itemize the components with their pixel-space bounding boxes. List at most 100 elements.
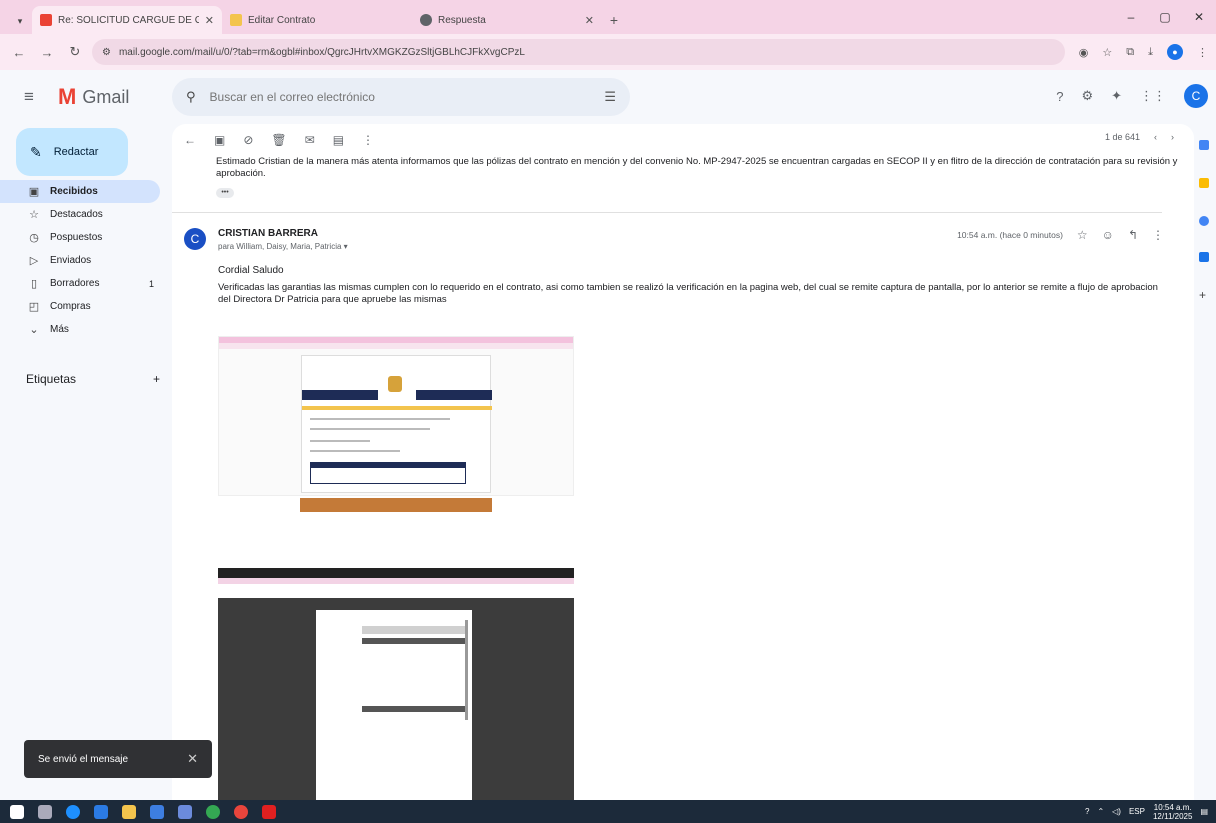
browser-tab-gmail[interactable]: Re: SOLICITUD CARGUE DE GA ✕ <box>32 6 222 34</box>
tray-chevron-icon[interactable]: ⌃ <box>1097 807 1104 816</box>
back-to-inbox-icon[interactable]: ← <box>184 133 196 147</box>
sidebar-item-pospuestos[interactable]: ◷ Pospuestos <box>0 226 168 249</box>
chrome-profile-icon[interactable] <box>234 804 248 819</box>
gemini-sparkle-icon[interactable]: ✦ <box>1111 88 1122 104</box>
account-avatar[interactable]: C <box>1184 84 1208 108</box>
file-explorer-icon[interactable] <box>122 804 136 819</box>
profile-avatar[interactable]: ● <box>1167 44 1183 60</box>
task-view-icon[interactable] <box>38 804 52 819</box>
app-icon[interactable] <box>178 804 192 819</box>
emoji-react-icon[interactable]: ☺ <box>1102 228 1114 242</box>
calendar-icon[interactable] <box>1199 140 1209 150</box>
forward-arrow-icon[interactable]: → <box>36 41 58 63</box>
sender-avatar[interactable]: C <box>184 228 206 250</box>
browser-toolbar: ← → ↻ ⚙ mail.google.com/mail/u/0/?tab=rm… <box>0 34 1216 70</box>
clock-time: 10:54 a.m. <box>1153 802 1192 812</box>
url-text: mail.google.com/mail/u/0/?tab=rm&ogbl#in… <box>118 46 525 58</box>
acrobat-icon[interactable] <box>262 804 276 819</box>
compose-label: Redactar <box>53 146 99 158</box>
older-chevron-icon[interactable]: › <box>1171 132 1174 142</box>
image-address-bar <box>219 343 573 349</box>
image-address-bar <box>218 584 574 598</box>
chevron-down-icon: ⌄ <box>29 324 39 336</box>
search-icon[interactable]: ⚲ <box>186 89 196 105</box>
report-spam-icon[interactable]: ⊘ <box>243 133 253 147</box>
message-view: ← ▣ ⊘ 🗑 ✉ ▤ ⋮ 1 de 641 ‹ › Estimado Cris… <box>172 124 1194 800</box>
reload-icon[interactable]: ↻ <box>64 41 86 63</box>
sender-name[interactable]: CRISTIAN BARRERA <box>218 228 318 239</box>
sidebar-item-count: 1 <box>148 278 154 289</box>
star-icon[interactable]: ☆ <box>1077 228 1088 242</box>
settings-gear-icon[interactable]: ⚙ <box>1081 88 1093 104</box>
help-tray-icon[interactable]: ? <box>1085 807 1089 816</box>
header-actions: ? ⚙ ✦ ⋮⋮ C <box>1056 84 1208 108</box>
pager-text: 1 de 641 <box>1104 132 1140 142</box>
tab-search-icon[interactable]: ▾ <box>8 8 32 34</box>
search-input[interactable] <box>209 90 591 104</box>
newer-chevron-icon[interactable]: ‹ <box>1154 132 1157 142</box>
close-window-button[interactable]: ✕ <box>1182 10 1216 24</box>
show-trimmed-button[interactable]: ••• <box>216 188 234 198</box>
mark-unread-icon[interactable]: ✉ <box>305 133 315 147</box>
chrome-icon[interactable] <box>206 804 220 819</box>
notifications-icon[interactable]: ▤ <box>1200 807 1208 816</box>
inline-image-verification[interactable] <box>218 336 574 496</box>
sidebar-item-enviados[interactable]: ▷ Enviados <box>0 249 168 272</box>
more-options-icon[interactable]: ⋮ <box>1152 228 1164 242</box>
outlook-icon[interactable] <box>150 804 164 819</box>
browser-tab-respuesta[interactable]: Respuesta ✕ <box>412 6 602 34</box>
image-dialog <box>316 610 472 800</box>
toast-text: Se envió el mensaje <box>38 753 129 765</box>
get-addons-icon[interactable]: + <box>1199 289 1209 301</box>
address-bar[interactable]: ⚙ mail.google.com/mail/u/0/?tab=rm&ogbl#… <box>92 39 1065 65</box>
tab-close-icon[interactable]: ✕ <box>205 14 214 27</box>
inline-image-secop[interactable] <box>218 568 574 800</box>
tab-title: Re: SOLICITUD CARGUE DE GA <box>58 14 199 26</box>
extension-icon[interactable]: ◉ <box>1079 46 1089 59</box>
add-label-button[interactable]: + <box>153 372 160 386</box>
minimize-button[interactable]: – <box>1114 10 1148 24</box>
search-options-icon[interactable]: ☰ <box>604 89 616 105</box>
volume-icon[interactable]: ◁) <box>1112 807 1121 816</box>
archive-icon[interactable]: ▣ <box>214 133 225 147</box>
contacts-icon[interactable] <box>1199 252 1209 262</box>
keep-icon[interactable] <box>1199 178 1209 188</box>
previous-message-snippet[interactable]: Estimado Cristian de la manera más atent… <box>172 156 1194 180</box>
sidebar-item-compras[interactable]: ◰ Compras <box>0 295 168 318</box>
toast-close-icon[interactable]: ✕ <box>187 751 198 767</box>
windows-taskbar: ? ⌃ ◁) ESP 10:54 a.m. 12/11/2025 ▤ <box>0 800 1216 823</box>
edge-icon[interactable] <box>66 804 80 819</box>
tasks-icon[interactable] <box>1199 216 1209 226</box>
reply-icon[interactable]: ↰ <box>1128 228 1138 242</box>
move-to-icon[interactable]: ▤ <box>333 133 344 147</box>
browser-tab-editar-contrato[interactable]: Editar Contrato <box>222 6 412 34</box>
maximize-button[interactable]: ▢ <box>1148 10 1182 24</box>
new-tab-button[interactable]: + <box>602 6 626 34</box>
site-info-icon[interactable]: ⚙ <box>102 47 111 58</box>
sidebar-item-recibidos[interactable]: ▣ Recibidos <box>0 180 160 203</box>
browser-menu-icon[interactable]: ⋮ <box>1197 46 1208 59</box>
store-icon[interactable] <box>94 804 108 819</box>
sidebar-item-label: Enviados <box>50 255 92 266</box>
apps-grid-icon[interactable]: ⋮⋮ <box>1140 88 1166 104</box>
sidebar-item-borradores[interactable]: ▯ Borradores 1 <box>0 272 168 295</box>
start-windows-icon[interactable] <box>10 804 24 819</box>
clock[interactable]: 10:54 a.m. 12/11/2025 <box>1153 803 1192 821</box>
back-arrow-icon[interactable]: ← <box>8 41 30 63</box>
compose-button[interactable]: ✎ Redactar <box>16 128 128 176</box>
puzzle-icon[interactable]: ⧉ <box>1126 46 1134 59</box>
inbox-icon: ▣ <box>28 186 40 198</box>
main-menu-icon[interactable]: ≡ <box>24 87 44 107</box>
tab-title: Respuesta <box>438 14 486 26</box>
sidebar-item-destacados[interactable]: ☆ Destacados <box>0 203 168 226</box>
download-icon[interactable]: ⤓ <box>1148 46 1153 59</box>
sidebar-item-ms[interactable]: ⌄ Más <box>0 318 168 341</box>
language-indicator[interactable]: ESP <box>1129 807 1145 816</box>
tab-close-icon[interactable]: ✕ <box>585 14 594 27</box>
bookmark-star-icon[interactable]: ☆ <box>1102 46 1112 59</box>
more-actions-icon[interactable]: ⋮ <box>362 133 374 147</box>
gmail-logo[interactable]: M Gmail <box>58 84 178 110</box>
delete-icon[interactable]: 🗑 <box>271 133 286 147</box>
help-icon[interactable]: ? <box>1056 89 1063 104</box>
recipients-dropdown[interactable]: para William, Daisy, Maria, Patricia ▾ <box>218 242 348 251</box>
